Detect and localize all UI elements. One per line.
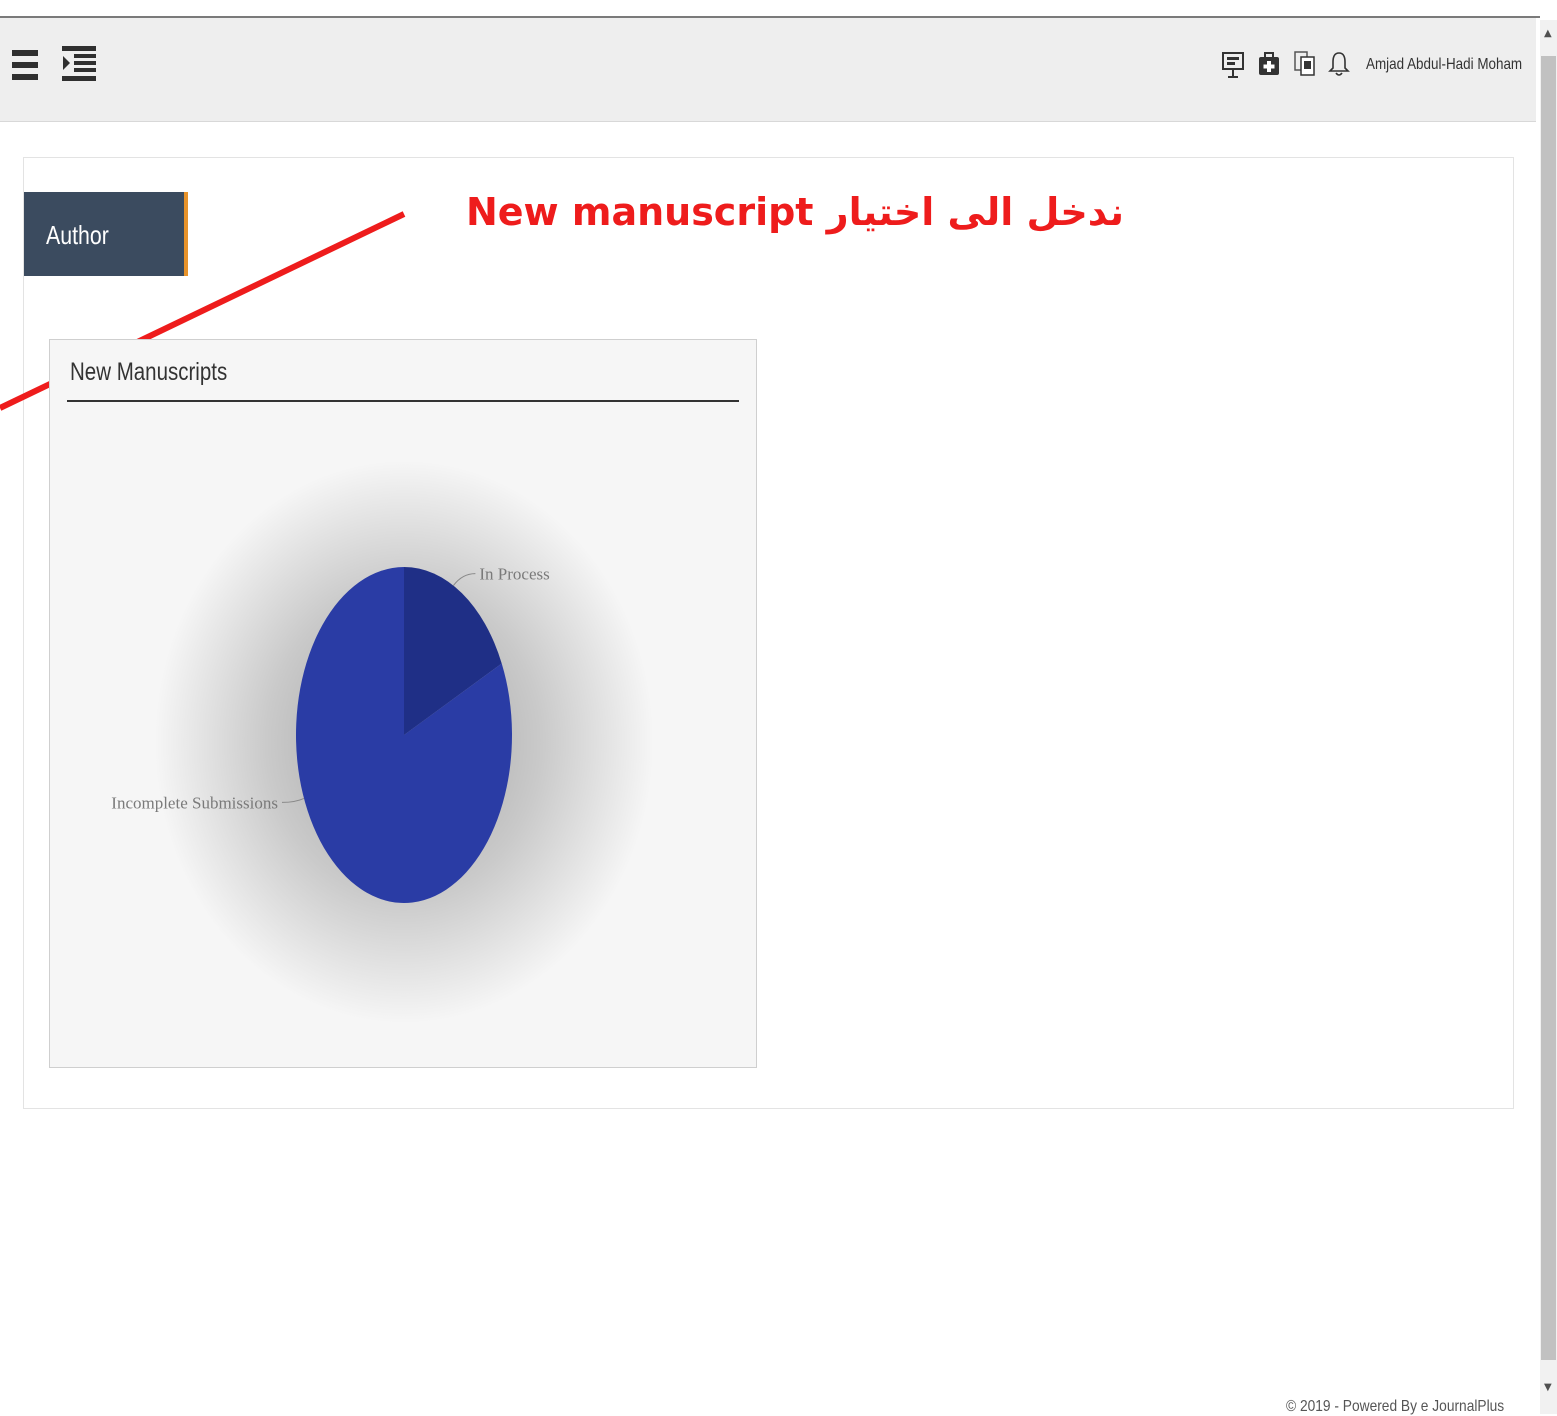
scroll-down-arrow[interactable]: ▼ <box>1544 1382 1552 1393</box>
indent-menu-icon[interactable] <box>62 45 96 83</box>
scroll-up-arrow[interactable]: ▲ <box>1544 28 1552 39</box>
footer-text: © 2019 - Powered By e JournalPlus <box>1286 1398 1505 1415</box>
pie-chart: In Process Incomplete Submissions <box>111 460 654 1024</box>
new-manuscripts-widget: New Manuscripts In Process Incomplete Sub… <box>49 339 757 1068</box>
top-navbar: Amjad Abdul-Hadi Moham <box>0 18 1536 122</box>
instruction-annotation: ندخل الى اختيار New manuscript <box>465 190 1124 234</box>
vertical-scrollbar[interactable]: ▲ ▼ <box>1540 20 1557 1414</box>
presentation-icon[interactable] <box>1222 52 1244 78</box>
pie-label: In Process <box>479 565 549 584</box>
footer: © 2019 - Powered By e JournalPlus <box>1264 1368 1536 1415</box>
scroll-thumb[interactable] <box>1541 56 1556 1360</box>
user-name[interactable]: Amjad Abdul-Hadi Moham <box>1366 56 1522 74</box>
bell-icon[interactable] <box>1328 51 1350 77</box>
pie-label: Incomplete Submissions <box>111 793 278 812</box>
menu-icon[interactable] <box>12 48 40 82</box>
documents-icon[interactable] <box>1294 51 1316 77</box>
first-aid-icon[interactable] <box>1258 52 1280 76</box>
browser-top-strip <box>0 0 1540 18</box>
author-tab[interactable]: Author <box>24 192 188 276</box>
author-tab-label: Author <box>46 220 109 250</box>
